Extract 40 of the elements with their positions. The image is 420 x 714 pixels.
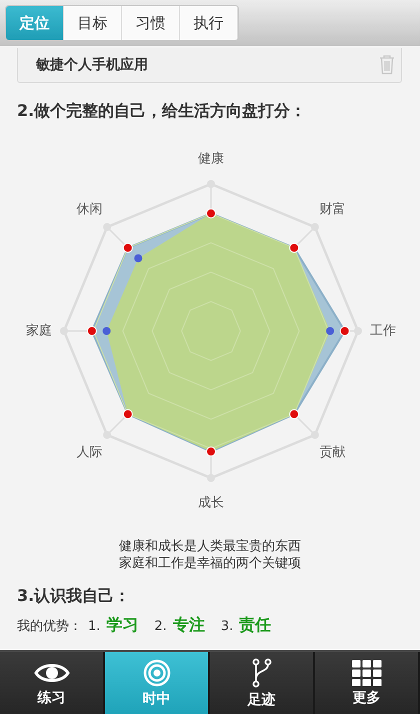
branch-icon (250, 658, 272, 688)
data-point (206, 208, 216, 218)
axis-label: 财富 (320, 202, 346, 217)
item-number: 1. (88, 619, 100, 634)
nav-item[interactable]: 练习 (0, 652, 105, 714)
section-heading: 2.做个完整的自己，给生活方向盘打分： (17, 101, 308, 122)
strength-text: 专注 (172, 615, 205, 636)
data-point (134, 254, 142, 262)
axis-label: 工作 (370, 324, 396, 339)
caption-text: 家庭和工作是幸福的两个关键项 (119, 555, 301, 572)
section-heading: 3.认识我自己： (17, 586, 132, 607)
caption-text: 健康和成长是人类最宝贵的东西 (119, 538, 301, 555)
axis-label: 人际 (76, 445, 102, 460)
trash-icon[interactable] (379, 55, 395, 75)
tab[interactable]: 习惯 (122, 6, 180, 40)
strength-text: 责任 (239, 615, 272, 636)
data-point (289, 242, 300, 253)
nav-item[interactable]: 足迹 (210, 652, 315, 714)
target-icon (142, 658, 170, 686)
data-point (206, 446, 216, 457)
data-point (326, 327, 334, 335)
data-point (122, 242, 133, 253)
tab[interactable]: 执行 (180, 6, 238, 40)
axis-label: 健康 (198, 152, 224, 167)
nav-item[interactable]: 更多 (315, 652, 420, 714)
axis-label: 家庭 (26, 324, 52, 339)
data-point (86, 326, 97, 336)
item-number: 3. (220, 619, 234, 634)
tab[interactable]: 目标 (64, 6, 122, 40)
axis-label: 成长 (198, 496, 224, 511)
data-point (102, 327, 111, 335)
grid-icon (352, 660, 382, 686)
axis-label: 贡献 (320, 445, 346, 460)
strength-text: 学习 (106, 615, 138, 636)
data-point (340, 326, 350, 336)
data-point (122, 409, 133, 420)
strengths-label: 我的优势： (17, 618, 82, 635)
entry-title: 敏捷个人手机应用 (36, 56, 148, 74)
axis-label: 休闲 (76, 202, 102, 217)
item-number: 2. (154, 619, 167, 634)
